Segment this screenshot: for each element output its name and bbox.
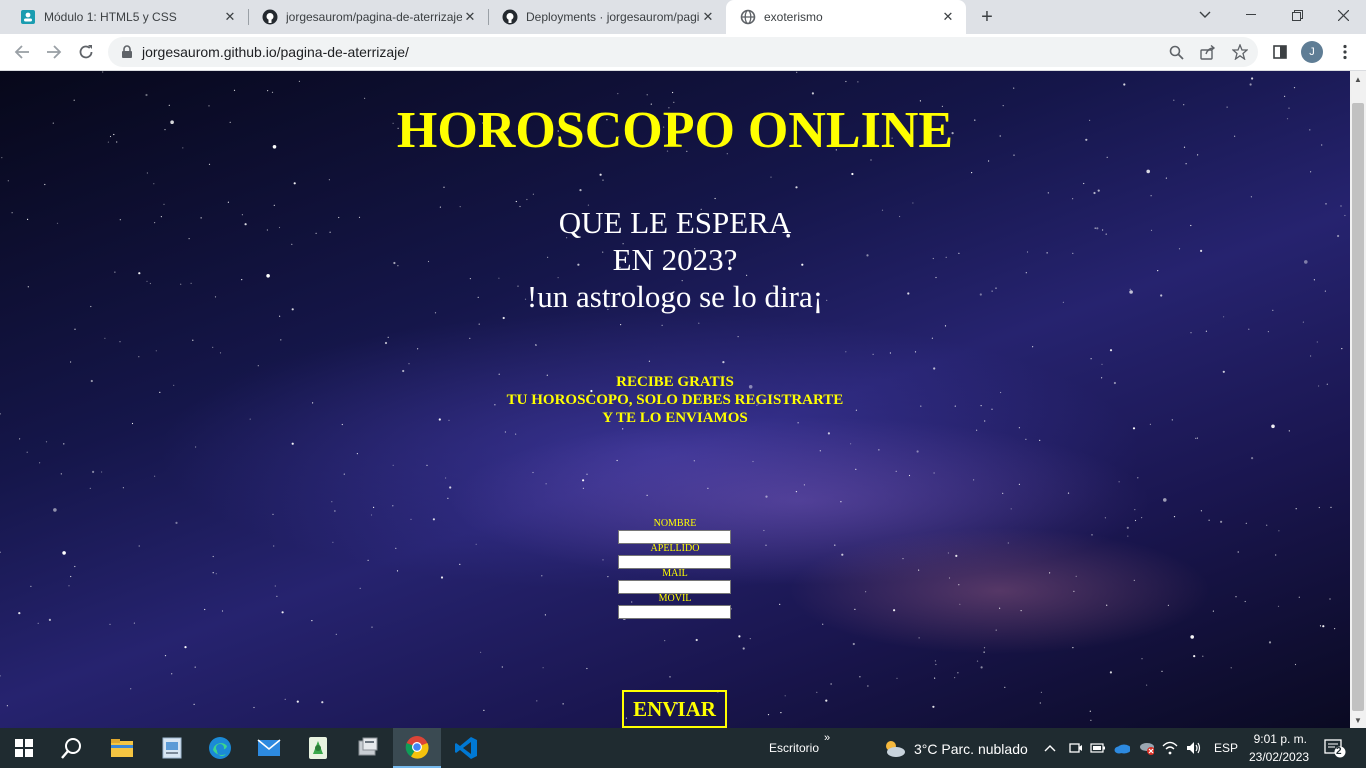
edge-icon[interactable]: [196, 728, 244, 768]
notifications-icon[interactable]: [1324, 738, 1346, 758]
promo-line: TU HOROSCOPO, SOLO DEBES REGISTRARTE: [506, 392, 844, 408]
back-arrow-icon[interactable]: [8, 38, 36, 66]
minimize-button[interactable]: [1228, 0, 1274, 30]
submit-button[interactable]: ENVIAR: [622, 690, 727, 728]
forward-arrow-icon[interactable]: [40, 38, 68, 66]
close-icon[interactable]: ✕: [222, 9, 238, 25]
mail-field[interactable]: [618, 580, 731, 594]
weather-icon[interactable]: [882, 737, 906, 759]
scroll-down-arrow-icon[interactable]: ▼: [1350, 712, 1366, 728]
movil-field[interactable]: [618, 605, 731, 619]
zoom-search-icon[interactable]: [1167, 43, 1185, 61]
close-icon[interactable]: ✕: [462, 9, 478, 25]
browser-toolbar: jorgesaurom.github.io/pagina-de-aterriza…: [0, 34, 1366, 71]
tab-title: Deployments · jorgesaurom/pagi: [526, 10, 700, 24]
volume-icon[interactable]: [1186, 740, 1202, 756]
clock-date[interactable]: 23/02/2023: [1249, 750, 1309, 764]
browser-tab-strip: Módulo 1: HTML5 y CSS ✕ jorgesaurom/pagi…: [0, 0, 1366, 34]
close-icon[interactable]: ✕: [700, 9, 716, 25]
mail-icon[interactable]: [245, 728, 293, 768]
chrome-icon[interactable]: [393, 728, 441, 768]
toolbar-overflow-chevron-icon[interactable]: »: [824, 732, 830, 744]
app-icon[interactable]: [344, 728, 392, 768]
mail-label: MAIL: [662, 568, 688, 579]
search-icon[interactable]: [48, 728, 96, 768]
share-icon[interactable]: [1199, 43, 1217, 61]
tab-deployments[interactable]: Deployments · jorgesaurom/pagi ✕: [488, 0, 726, 34]
page-title: HOROSCOPO ONLINE: [396, 102, 954, 159]
hero-subtitle: QUE LE ESPERA EN 2023? !un astrologo se …: [0, 204, 1350, 315]
apellido-field[interactable]: [618, 555, 731, 569]
wifi-icon[interactable]: [1162, 740, 1178, 756]
app-icon[interactable]: [294, 728, 342, 768]
tab-title: jorgesaurom/pagina-de-aterrizaje: [286, 10, 462, 24]
battery-icon[interactable]: [1090, 740, 1106, 756]
landing-page: HOROSCOPO ONLINE QUE LE ESPERA EN 2023? …: [0, 71, 1350, 728]
github-icon: [262, 9, 278, 25]
subtitle-line: !un astrologo se lo dira¡: [526, 279, 824, 314]
tab-search-chevron-icon[interactable]: [1182, 0, 1228, 30]
promo-text: RECIBE GRATIS TU HOROSCOPO, SOLO DEBES R…: [0, 373, 1350, 427]
promo-line: Y TE LO ENVIAMOS: [602, 410, 748, 426]
nombre-field[interactable]: [618, 530, 731, 544]
url-text: jorgesaurom.github.io/pagina-de-aterriza…: [142, 44, 409, 60]
scroll-thumb[interactable]: [1352, 103, 1364, 711]
tab-title: Módulo 1: HTML5 y CSS: [44, 10, 177, 24]
windows-start-icon[interactable]: [0, 728, 48, 768]
photos-icon[interactable]: [148, 728, 196, 768]
tab-github-repo[interactable]: jorgesaurom/pagina-de-aterrizaje ✕: [248, 0, 488, 34]
apellido-label: APELLIDO: [650, 543, 700, 554]
tab-exoterismo[interactable]: exoterismo ✕: [726, 0, 966, 34]
subtitle-line: EN 2023?: [612, 242, 738, 277]
movil-label: MOVIL: [658, 593, 692, 604]
chevron-up-icon[interactable]: [1042, 740, 1058, 756]
registration-form: NOMBRE APELLIDO MAIL MOVIL: [618, 518, 732, 619]
language-indicator[interactable]: ESP: [1214, 741, 1238, 755]
meet-icon[interactable]: [1068, 740, 1084, 756]
new-tab-button[interactable]: +: [976, 6, 998, 28]
onedrive-icon[interactable]: [1114, 740, 1130, 756]
close-icon[interactable]: ✕: [940, 9, 956, 25]
desktop-label[interactable]: Escritorio: [769, 741, 819, 755]
course-icon: [20, 9, 36, 25]
nombre-label: NOMBRE: [653, 518, 697, 529]
onedrive-error-icon[interactable]: [1138, 740, 1154, 756]
side-panel-icon[interactable]: [1270, 42, 1290, 62]
promo-line: RECIBE GRATIS: [616, 374, 734, 390]
page-scrollbar[interactable]: ▲ ▼: [1350, 71, 1366, 728]
menu-kebab-icon[interactable]: [1335, 42, 1355, 62]
tab-modulo-1[interactable]: Módulo 1: HTML5 y CSS ✕: [6, 0, 248, 34]
bookmark-star-icon[interactable]: [1231, 43, 1249, 61]
clock-time[interactable]: 9:01 p. m.: [1251, 732, 1307, 746]
profile-avatar[interactable]: J: [1301, 41, 1323, 63]
vscode-icon[interactable]: [442, 728, 490, 768]
close-window-button[interactable]: [1320, 0, 1366, 30]
weather-text[interactable]: 3°C Parc. nublado: [914, 741, 1028, 757]
subtitle-line: QUE LE ESPERA: [558, 205, 792, 240]
scroll-up-arrow-icon[interactable]: ▲: [1350, 71, 1366, 87]
globe-icon: [740, 9, 756, 25]
reload-icon[interactable]: [72, 38, 100, 66]
tab-title: exoterismo: [764, 10, 823, 24]
page-viewport: HOROSCOPO ONLINE QUE LE ESPERA EN 2023? …: [0, 71, 1350, 728]
address-bar[interactable]: jorgesaurom.github.io/pagina-de-aterriza…: [108, 37, 1258, 67]
lock-icon[interactable]: [120, 45, 134, 59]
windows-taskbar: Escritorio » 3°C Parc. nublado ESP 9:01 …: [0, 728, 1366, 768]
restore-button[interactable]: [1274, 0, 1320, 30]
file-explorer-icon[interactable]: [98, 728, 146, 768]
github-icon: [502, 9, 518, 25]
notifications-count: 2: [1336, 746, 1342, 757]
